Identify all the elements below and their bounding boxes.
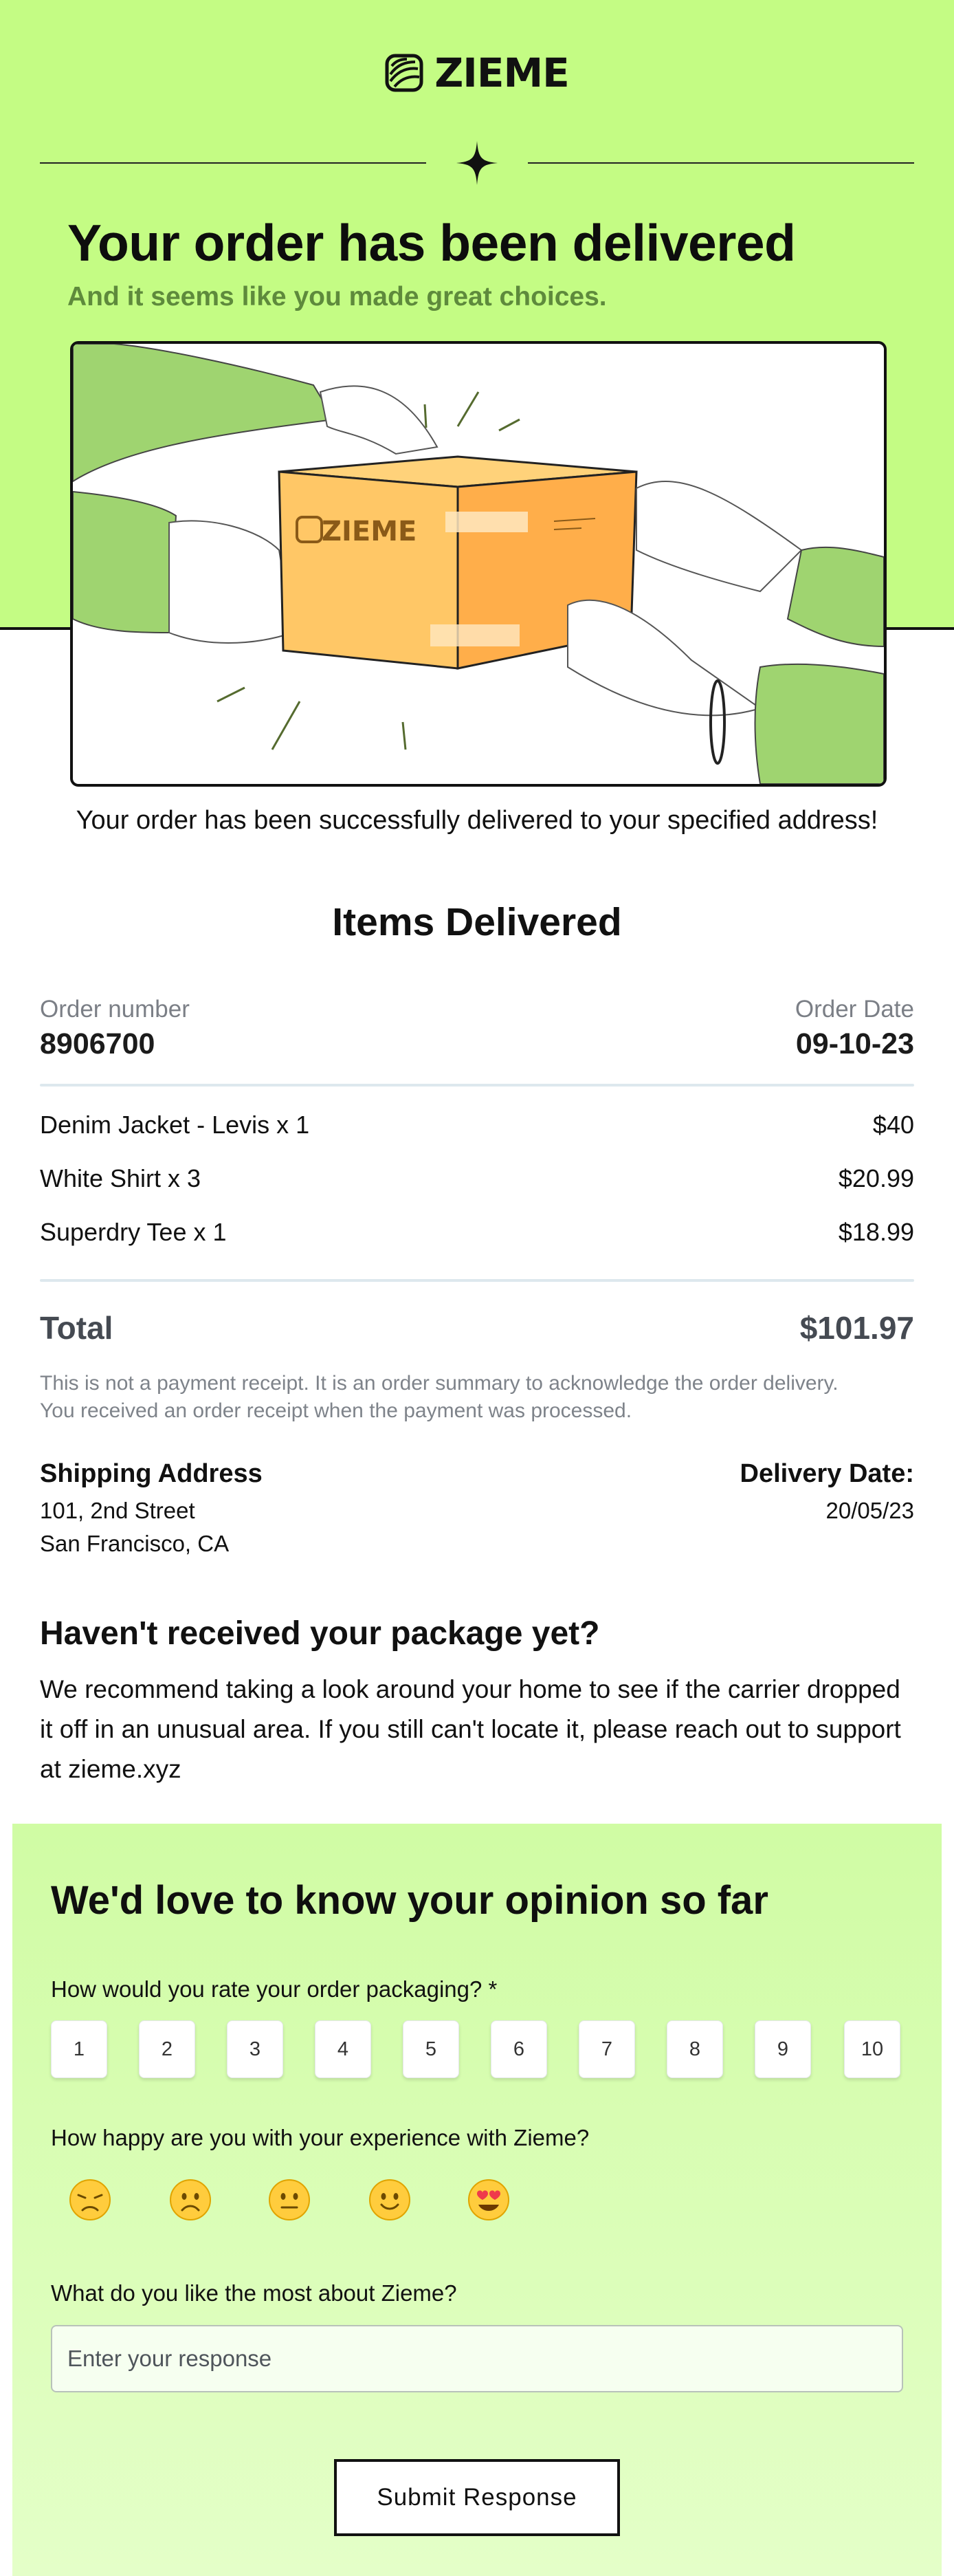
rating-option-1[interactable]: 1 (51, 2020, 107, 2078)
item-price: $20.99 (838, 1164, 914, 1192)
slightly-smiling-face-icon[interactable] (368, 2179, 411, 2221)
neutral-face-icon[interactable] (268, 2179, 311, 2221)
item-price: $18.99 (838, 1218, 914, 1246)
total-label: Total (40, 1310, 113, 1346)
rating-option-9[interactable]: 9 (755, 2020, 811, 2078)
box-brand-label: ZIEME (322, 516, 417, 547)
rating-option-7[interactable]: 7 (579, 2020, 635, 2078)
divider-left (40, 162, 426, 164)
rating-option-2[interactable]: 2 (139, 2020, 195, 2078)
packaging-rating-scale: 1 2 3 4 5 6 7 8 9 10 (51, 2020, 903, 2080)
order-number: 8906700 (40, 1027, 155, 1060)
rating-option-6[interactable]: 6 (491, 2020, 547, 2078)
rating-option-5[interactable]: 5 (403, 2020, 459, 2078)
address-line-1: 101, 2nd Street (40, 1498, 195, 1523)
rating-option-4[interactable]: 4 (315, 2020, 371, 2078)
response-input[interactable] (51, 2325, 903, 2392)
total-value: $101.97 (799, 1310, 914, 1346)
item-name: Denim Jacket - Levis x 1 (40, 1111, 310, 1139)
sparkle-star-icon (456, 141, 498, 185)
brand-logo[interactable]: ZIEME (0, 50, 954, 96)
favorite-aspect-question: What do you like the most about Zieme? (51, 2280, 457, 2306)
divider-rule (40, 1084, 914, 1087)
item-name: White Shirt x 3 (40, 1164, 201, 1192)
delivery-date-label: Delivery Date: (740, 1459, 914, 1488)
packaging-rating-question: How would you rate your order packaging?… (51, 1976, 498, 2002)
frowning-face-icon[interactable] (169, 2179, 212, 2221)
disappointed-face-icon[interactable] (69, 2179, 111, 2221)
emoji-rating-scale (69, 2179, 522, 2227)
shipping-address-label: Shipping Address (40, 1459, 263, 1488)
order-number-label: Order number (40, 996, 190, 1023)
survey-heading: We'd love to know your opinion so far (51, 1878, 768, 1923)
heart-eyes-face-icon[interactable] (467, 2179, 510, 2221)
hero-subtitle: And it seems like you made great choices… (67, 282, 607, 312)
help-body: We recommend taking a look around your h… (40, 1675, 901, 1783)
delivery-date: 20/05/23 (825, 1498, 914, 1523)
order-date-label: Order Date (795, 996, 914, 1023)
receipt-note: This is not a payment receipt. It is an … (40, 1370, 839, 1425)
delivery-success-message: Your order has been successfully deliver… (76, 806, 878, 835)
item-name: Superdry Tee x 1 (40, 1218, 227, 1246)
divider-right (528, 162, 914, 164)
items-delivered-heading: Items Delivered (332, 900, 622, 944)
item-price: $40 (872, 1111, 914, 1139)
hero-title: Your order has been delivered (67, 214, 796, 272)
brand-name: ZIEME (434, 50, 570, 96)
order-date: 09-10-23 (795, 1027, 914, 1060)
receipt-note-line: This is not a payment receipt. It is an … (40, 1372, 839, 1395)
rating-option-3[interactable]: 3 (227, 2020, 283, 2078)
rating-option-8[interactable]: 8 (667, 2020, 723, 2078)
divider-rule (40, 1279, 914, 1282)
experience-question: How happy are you with your experience w… (51, 2125, 590, 2150)
submit-response-button[interactable]: Submit Response (334, 2459, 620, 2536)
zieme-logo-icon (385, 54, 423, 92)
rating-option-10[interactable]: 10 (844, 2020, 900, 2078)
address-line-2: San Francisco, CA (40, 1531, 230, 1556)
help-heading: Haven't received your package yet? (40, 1615, 600, 1652)
delivery-illustration: ZIEME (70, 341, 887, 787)
receipt-note-line: You received an order receipt when the p… (40, 1399, 632, 1422)
